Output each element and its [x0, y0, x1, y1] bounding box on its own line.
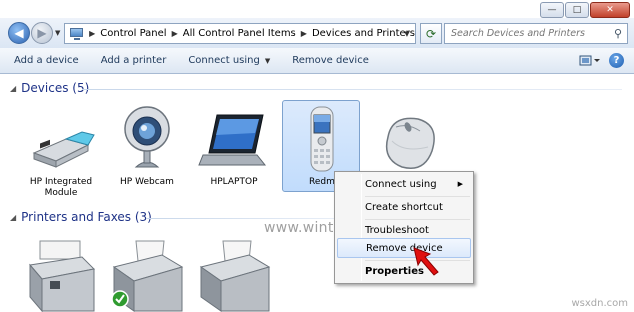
breadcrumb-devices-and-printers[interactable]: Devices and Printers: [312, 28, 415, 39]
remove-device-label: Remove device: [292, 55, 369, 66]
add-device-label: Add a device: [14, 55, 79, 66]
printer-default[interactable]: [108, 237, 186, 312]
breadcrumb-all-control-panel-items[interactable]: All Control Panel Items: [183, 28, 296, 39]
menu-item-label: Troubleshoot: [365, 224, 429, 236]
connect-using-button[interactable]: Connect using ▼: [188, 55, 270, 66]
devices-group-title: Devices (5): [21, 81, 90, 95]
control-panel-icon: [69, 27, 83, 41]
group-divider: [82, 89, 622, 90]
usb-module-icon: [22, 101, 100, 177]
group-header-devices[interactable]: ◢ Devices (5): [10, 81, 89, 95]
forward-button[interactable]: ▶: [31, 22, 53, 44]
remove-device-button[interactable]: Remove device: [292, 55, 369, 66]
device-hplaptop[interactable]: HPLAPTOP: [195, 101, 273, 188]
search-icon[interactable]: ⚲: [609, 27, 627, 40]
menu-item-connect-using[interactable]: Connect using ▶: [337, 174, 471, 194]
group-divider: [146, 218, 336, 219]
address-field[interactable]: ▶ Control Panel ▶ All Control Panel Item…: [64, 23, 416, 44]
toolbar-right: ?: [579, 53, 624, 68]
menu-item-troubleshoot[interactable]: Troubleshoot: [337, 220, 471, 240]
add-printer-label: Add a printer: [100, 55, 167, 66]
red-arrow-pointer-icon: [413, 247, 439, 276]
add-device-button[interactable]: Add a device: [14, 55, 79, 66]
connect-using-label: Connect using: [188, 55, 260, 66]
command-bar: Add a device Add a printer Connect using…: [0, 48, 634, 74]
device-label: HPLAPTOP: [210, 177, 258, 187]
breadcrumb-separator-icon[interactable]: ▶: [89, 29, 95, 38]
device-label-line2: Module: [44, 188, 78, 198]
devices-content-pane: ◢ Devices (5) HP Integrated Module HP We…: [0, 75, 634, 312]
back-button[interactable]: ◀: [8, 22, 30, 44]
group-header-printers[interactable]: ◢ Printers and Faxes (3): [10, 210, 152, 224]
phone-icon: [283, 101, 359, 177]
address-dropdown-icon[interactable]: ▼: [401, 24, 413, 43]
device-hp-webcam[interactable]: HP Webcam: [108, 101, 186, 188]
breadcrumb-control-panel[interactable]: Control Panel: [100, 28, 166, 39]
device-mouse[interactable]: [368, 101, 446, 177]
device-hp-integrated-module[interactable]: HP Integrated Module: [22, 101, 100, 199]
menu-item-label: Create shortcut: [365, 201, 443, 213]
collapse-triangle-icon[interactable]: ◢: [10, 84, 16, 93]
recent-pages-dropdown[interactable]: ▼: [55, 29, 60, 37]
laptop-icon: [195, 101, 273, 177]
fax-icon: [22, 237, 100, 312]
menu-item-create-shortcut[interactable]: Create shortcut: [337, 197, 471, 217]
minimize-button[interactable]: —: [540, 2, 564, 18]
webcam-icon: [108, 101, 186, 177]
search-box[interactable]: ⚲: [444, 23, 628, 44]
help-icon[interactable]: ?: [609, 53, 624, 68]
refresh-button[interactable]: ⟳: [420, 23, 442, 44]
collapse-triangle-icon[interactable]: ◢: [10, 213, 16, 222]
printer-icon: [195, 237, 273, 312]
address-bar-region: ◀ ▶ ▼ ▶ Control Panel ▶ All Control Pane…: [0, 18, 634, 48]
add-printer-button[interactable]: Add a printer: [101, 55, 167, 66]
printer-generic[interactable]: [195, 237, 273, 312]
printer-default-icon: [108, 237, 186, 312]
change-view-icon[interactable]: [579, 53, 601, 68]
chevron-down-icon: ▼: [264, 56, 271, 65]
site-watermark: wsxdn.com: [571, 298, 628, 309]
device-label: HP Webcam: [120, 177, 174, 187]
device-label: HP Integrated: [29, 177, 93, 187]
printers-group-title: Printers and Faxes (3): [21, 210, 152, 224]
breadcrumb-separator-icon[interactable]: ▶: [172, 29, 178, 38]
printer-fax[interactable]: [22, 237, 100, 312]
mouse-icon: [368, 101, 446, 177]
breadcrumb-separator-icon[interactable]: ▶: [301, 29, 307, 38]
menu-item-label: Connect using: [365, 178, 437, 190]
close-button[interactable]: ✕: [590, 2, 630, 18]
search-input[interactable]: [445, 24, 609, 43]
submenu-arrow-icon: ▶: [457, 180, 463, 188]
maximize-button[interactable]: □: [565, 2, 589, 18]
